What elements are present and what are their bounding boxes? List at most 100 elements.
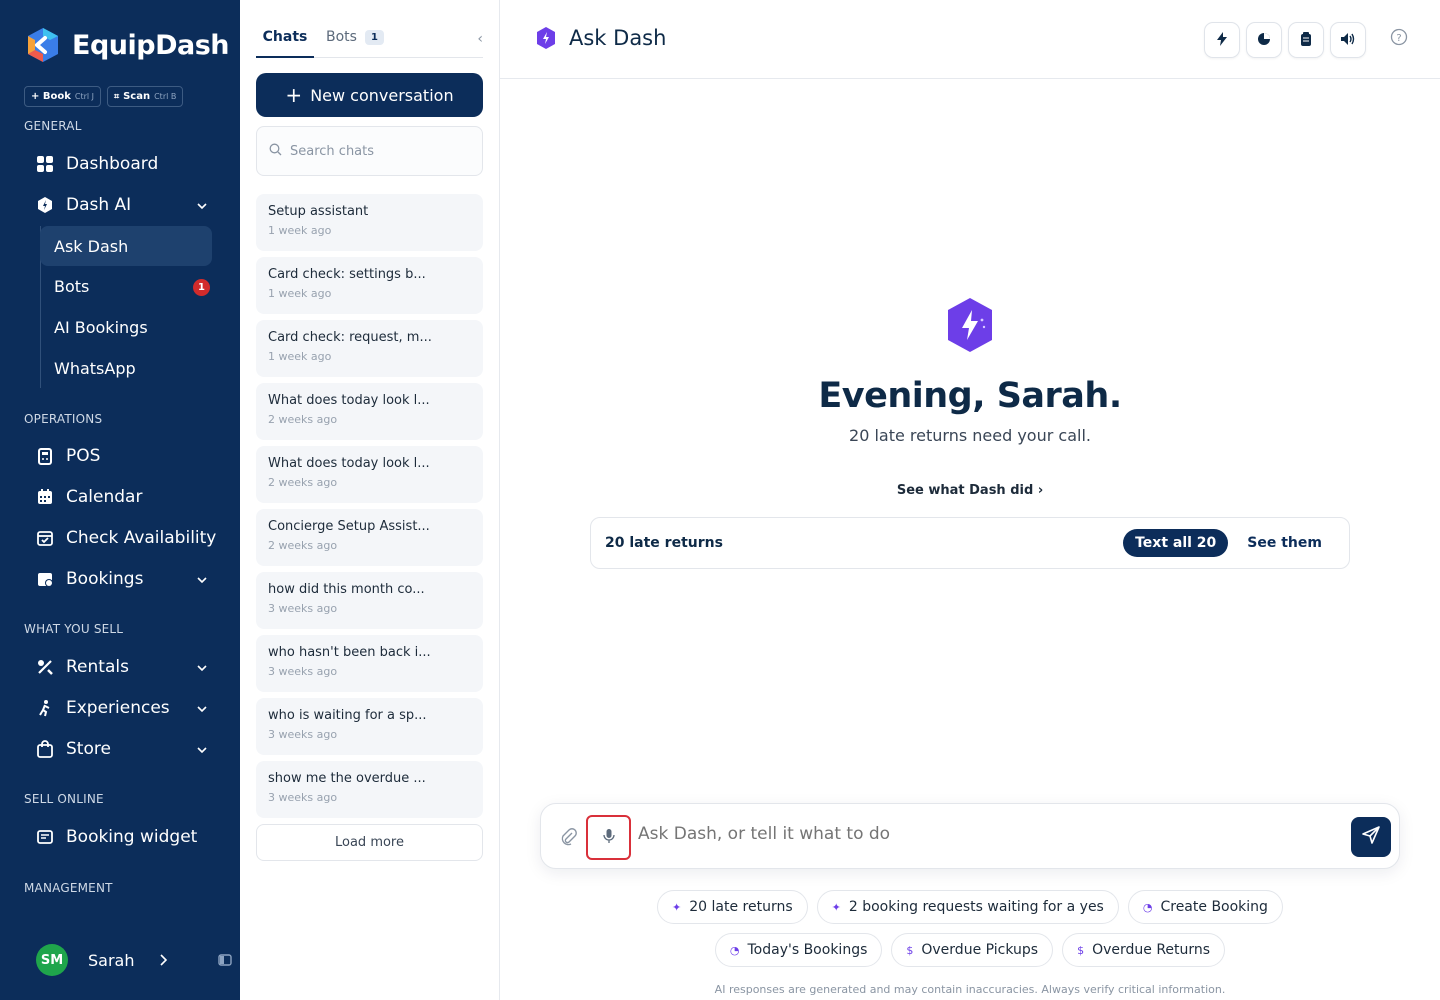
quick-book-button[interactable]: + Book Ctrl J: [24, 86, 102, 107]
avatar: SM: [36, 944, 68, 976]
sidebar-item-calendar[interactable]: Calendar: [36, 481, 216, 513]
list-item[interactable]: Concierge Setup Assist... 2 weeks ago: [256, 509, 483, 566]
user-menu[interactable]: SM Sarah: [36, 944, 232, 976]
dash-ai-logo-icon: [537, 27, 555, 49]
list-item[interactable]: who is waiting for a sp... 3 weeks ago: [256, 698, 483, 755]
pie-chart-icon: ◔: [1142, 900, 1153, 914]
chevron-right-icon: [158, 951, 168, 970]
pos-printer-icon: [36, 447, 54, 465]
suggestion-chip[interactable]: ◔ Create Booking: [1127, 890, 1283, 924]
list-item[interactable]: Card check: settings b... 1 week ago: [256, 257, 483, 314]
brand-name: EquipDash: [72, 29, 230, 61]
chip-label: Overdue Returns: [1092, 942, 1211, 958]
list-item[interactable]: Setup assistant 1 week ago: [256, 194, 483, 251]
quick-book-label: + Book: [31, 91, 71, 102]
list-item[interactable]: who hasn't been back i... 3 weeks ago: [256, 635, 483, 692]
sidebar-item-check-availability[interactable]: Check Availability: [36, 522, 236, 554]
announcements-button[interactable]: [1330, 22, 1366, 58]
see-them-button[interactable]: See them: [1247, 535, 1322, 551]
chevron-right-icon: ›: [1037, 483, 1044, 498]
search-input[interactable]: Search chats: [290, 144, 374, 159]
clipboard-button[interactable]: [1288, 22, 1324, 58]
sidebar-item-label: Dashboard: [66, 154, 159, 174]
text-all-button[interactable]: Text all 20: [1123, 529, 1229, 557]
dollar-icon: $: [906, 943, 914, 957]
sidebar-item-store[interactable]: Store: [36, 733, 216, 765]
suggestion-chip[interactable]: $ Overdue Pickups: [891, 933, 1054, 967]
sidebar-item-bookings[interactable]: Bookings: [36, 563, 216, 595]
quick-actions-button[interactable]: [1204, 22, 1240, 58]
lightning-icon: [1216, 31, 1228, 50]
send-button[interactable]: [1351, 817, 1391, 857]
calendar-icon: [36, 488, 54, 506]
late-returns-card: 20 late returns Text all 20 See them: [590, 517, 1350, 569]
chat-title: who hasn't been back i...: [268, 645, 431, 660]
dash-ai-hero-icon: [948, 298, 992, 352]
chat-date: 1 week ago: [268, 224, 332, 237]
microphone-button[interactable]: [586, 815, 631, 860]
speaker-icon: [1340, 31, 1356, 50]
new-conversation-button[interactable]: + New conversation: [256, 73, 483, 117]
sidebar-item-label: POS: [66, 446, 101, 466]
main-area: Ask Dash ? Evening, Sarah. 20 late retur…: [500, 0, 1440, 1000]
chats-panel: Chats Bots 1 ‹ + New conversation Search…: [240, 0, 500, 1000]
see-what-dash-did-link[interactable]: See what Dash did ›: [500, 483, 1440, 498]
list-item[interactable]: What does today look l... 2 weeks ago: [256, 383, 483, 440]
chip-label: Today's Bookings: [747, 942, 868, 958]
list-item[interactable]: show me the overdue ... 3 weeks ago: [256, 761, 483, 818]
plus-icon: +: [285, 83, 303, 107]
section-management: MANAGEMENT: [24, 881, 113, 895]
send-icon: [1361, 825, 1381, 849]
chevron-down-icon[interactable]: [196, 700, 208, 720]
chevron-down-icon[interactable]: [196, 659, 208, 679]
chat-title: show me the overdue ...: [268, 771, 426, 786]
chats-tabs: Chats Bots 1 ‹: [256, 20, 483, 58]
chevron-down-icon[interactable]: [196, 741, 208, 761]
suggestion-chip[interactable]: $ Overdue Returns: [1062, 933, 1226, 967]
sidebar-item-label: Check Availability: [66, 528, 217, 548]
brand-logo[interactable]: EquipDash: [24, 26, 230, 64]
tab-bots[interactable]: Bots 1: [326, 29, 384, 45]
chip-label: 20 late returns: [689, 899, 793, 915]
suggestion-chip[interactable]: ✦ 20 late returns: [657, 890, 808, 924]
sidebar-item-pos[interactable]: POS: [36, 440, 216, 472]
sidebar-item-dashboard[interactable]: Dashboard: [36, 148, 216, 180]
sidebar-item-booking-widget[interactable]: Booking widget: [36, 821, 216, 853]
chip-label: Create Booking: [1160, 899, 1268, 915]
header: Ask Dash ?: [500, 0, 1440, 79]
suggestion-chip[interactable]: ✦ 2 booking requests waiting for a yes: [816, 890, 1119, 924]
sidebar-toggle-icon[interactable]: [218, 951, 232, 970]
load-more-button[interactable]: Load more: [256, 824, 483, 861]
suggestion-chip[interactable]: ◔ Today's Bookings: [714, 933, 883, 967]
section-sell-online: SELL ONLINE: [24, 792, 104, 806]
list-item[interactable]: Card check: request, m... 1 week ago: [256, 320, 483, 377]
card-label: 20 late returns: [605, 535, 723, 551]
search-chats[interactable]: Search chats: [256, 126, 483, 176]
quick-book-shortcut: Ctrl J: [74, 92, 95, 101]
sparkle-icon: ✦: [672, 900, 682, 914]
collapse-panel-icon[interactable]: ‹: [477, 31, 483, 47]
reports-button[interactable]: [1246, 22, 1282, 58]
chat-title: Concierge Setup Assist...: [268, 519, 430, 534]
sidebar-item-ai-bookings[interactable]: AI Bookings: [40, 307, 212, 347]
sidebar-item-dash-ai[interactable]: Dash AI: [36, 189, 216, 221]
sidebar-item-whatsapp[interactable]: WhatsApp: [40, 348, 212, 388]
quick-scan-button[interactable]: ⌗ Scan Ctrl B: [107, 86, 184, 107]
tab-chats[interactable]: Chats: [256, 29, 314, 58]
sidebar-item-rentals[interactable]: Rentals: [36, 651, 216, 683]
chevron-up-icon[interactable]: [196, 197, 208, 217]
microphone-icon: [602, 828, 615, 848]
tab-bots-label: Bots: [326, 29, 357, 45]
sidebar-item-bots[interactable]: Bots 1: [40, 266, 212, 306]
message-input[interactable]: [638, 824, 1318, 844]
sidebar-item-ask-dash[interactable]: Ask Dash: [40, 226, 212, 266]
chevron-down-icon[interactable]: [196, 571, 208, 591]
chat-date: 3 weeks ago: [268, 728, 338, 741]
sidebar-item-experiences[interactable]: Experiences: [36, 692, 216, 724]
list-item[interactable]: how did this month co... 3 weeks ago: [256, 572, 483, 629]
paperclip-icon[interactable]: [561, 828, 577, 850]
help-icon[interactable]: ?: [1390, 28, 1408, 50]
chat-title: Card check: settings b...: [268, 267, 426, 282]
dash-ai-icon: [36, 196, 54, 214]
list-item[interactable]: What does today look l... 2 weeks ago: [256, 446, 483, 503]
